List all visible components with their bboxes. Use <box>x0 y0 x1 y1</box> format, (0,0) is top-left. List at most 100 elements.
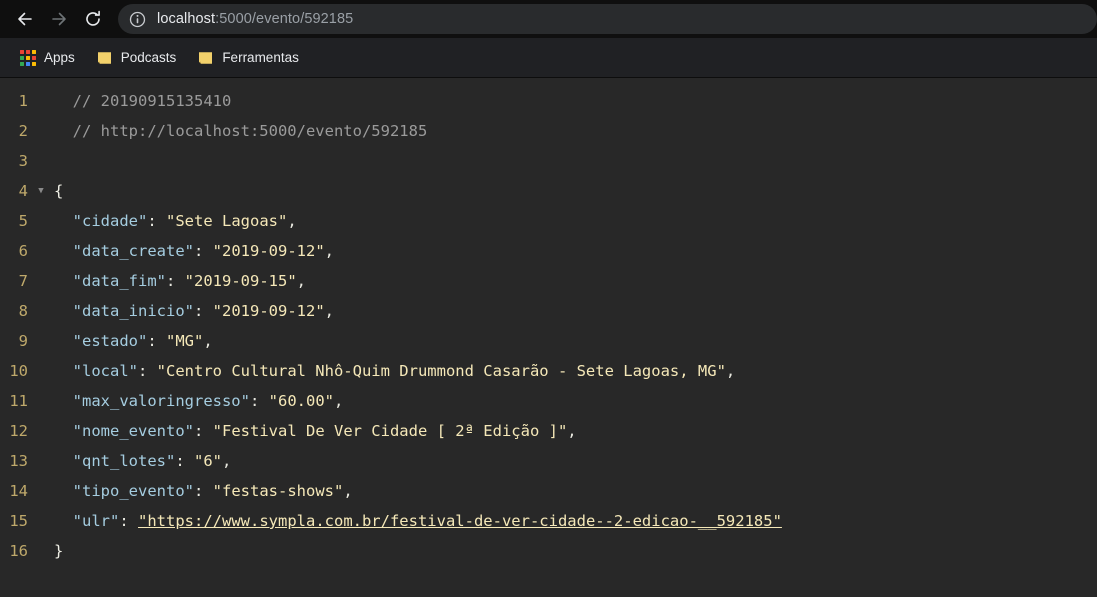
code-token: } <box>54 542 64 560</box>
line-number: 14 <box>9 482 28 500</box>
code-token: : <box>166 272 185 290</box>
fold-toggle-icon[interactable]: ▼ <box>28 176 54 206</box>
code-token: "Centro Cultural Nhô-Quim Drummond Casar… <box>156 362 726 380</box>
code-line: 12 "nome_evento": "Festival De Ver Cidad… <box>0 416 1097 446</box>
bookmark-podcasts[interactable]: Podcasts <box>89 45 185 71</box>
line-number: 6 <box>18 242 28 260</box>
code-line-content: "max_valoringresso": "60.00", <box>54 386 1097 416</box>
code-line-content: "data_fim": "2019-09-15", <box>54 266 1097 296</box>
forward-arrow-icon <box>52 12 66 26</box>
code-token: "tipo_evento" <box>72 482 194 500</box>
code-token: , <box>203 332 213 350</box>
bookmark-label: Ferramentas <box>222 50 299 65</box>
code-token: "Festival De Ver Cidade [ 2ª Edição ]" <box>212 422 568 440</box>
line-number: 2 <box>18 122 28 140</box>
code-line: 7 "data_fim": "2019-09-15", <box>0 266 1097 296</box>
url-host: localhost <box>157 11 216 27</box>
line-number: 13 <box>9 452 28 470</box>
code-line-content: "estado": "MG", <box>54 326 1097 356</box>
line-number: 10 <box>9 362 28 380</box>
address-bar[interactable]: localhost:5000/evento/592185 <box>118 4 1097 34</box>
line-number: 9 <box>18 332 28 350</box>
line-number: 8 <box>18 302 28 320</box>
code-line: 3 <box>0 146 1097 176</box>
code-token: "60.00" <box>268 392 334 410</box>
json-viewer: 1 // 20190915135410 2 // http://localhost… <box>0 78 1097 597</box>
forward-button[interactable] <box>42 2 76 36</box>
code-token: "MG" <box>166 332 204 350</box>
code-token: : <box>194 242 213 260</box>
code-line-content: "local": "Centro Cultural Nhô-Quim Drumm… <box>54 356 1097 386</box>
code-line: 6 "data_create": "2019-09-12", <box>0 236 1097 266</box>
code-token: : <box>138 362 157 380</box>
back-arrow-icon <box>18 12 32 26</box>
bookmarks-bar: Apps Podcasts Ferramentas <box>0 38 1097 78</box>
code-line-content: // http://localhost:5000/evento/592185 <box>54 116 1097 146</box>
code-line: 2 // http://localhost:5000/evento/592185 <box>0 116 1097 146</box>
code-token: : <box>194 302 213 320</box>
line-number: 16 <box>9 542 28 560</box>
json-url-link[interactable]: "https://www.sympla.com.br/festival-de-v… <box>138 512 782 530</box>
code-token: "data_inicio" <box>72 302 194 320</box>
code-line: 13 "qnt_lotes": "6", <box>0 446 1097 476</box>
line-number: 12 <box>9 422 28 440</box>
code-token: , <box>222 452 232 470</box>
folder-icon <box>199 51 213 64</box>
apps-grid-icon <box>20 49 36 66</box>
code-token: "data_create" <box>72 242 194 260</box>
site-info-icon[interactable] <box>129 11 146 28</box>
url-path: :5000/evento/592185 <box>215 11 354 27</box>
code-line-content: "data_inicio": "2019-09-12", <box>54 296 1097 326</box>
code-token: "festas-shows" <box>212 482 344 500</box>
code-token: : <box>147 332 166 350</box>
code-line: 4 ▼{ <box>0 176 1097 206</box>
code-token: "2019-09-12" <box>212 302 325 320</box>
code-line: 11 "max_valoringresso": "60.00", <box>0 386 1097 416</box>
code-line: 14 "tipo_evento": "festas-shows", <box>0 476 1097 506</box>
code-line: 16} <box>0 536 1097 566</box>
folder-icon <box>97 51 111 64</box>
reload-icon <box>86 10 100 26</box>
back-button[interactable] <box>8 2 42 36</box>
code-line-content: "cidade": "Sete Lagoas", <box>54 206 1097 236</box>
code-line-content: { <box>54 176 1097 206</box>
code-token: : <box>175 452 194 470</box>
line-number: 15 <box>9 512 28 530</box>
code-token: "6" <box>194 452 222 470</box>
code-token: , <box>324 302 334 320</box>
code-token: "qnt_lotes" <box>72 452 176 470</box>
code-token: // 20190915135410 <box>72 92 232 110</box>
code-token: : <box>249 392 269 410</box>
code-token: "cidade" <box>72 212 148 230</box>
code-token: : <box>194 422 213 440</box>
code-line-content: "data_create": "2019-09-12", <box>54 236 1097 266</box>
code-line-content: } <box>54 536 1097 566</box>
code-token: "data_fim" <box>72 272 166 290</box>
line-number: 7 <box>18 272 28 290</box>
code-token: "2019-09-15" <box>184 272 297 290</box>
code-token: "max_valoringresso" <box>72 392 250 410</box>
line-number: 5 <box>18 212 28 230</box>
bookmark-apps[interactable]: Apps <box>12 45 83 71</box>
code-token: , <box>343 482 353 500</box>
browser-chrome: localhost:5000/evento/592185 Apps Podcas… <box>0 0 1097 78</box>
code-line: 1 // 20190915135410 <box>0 86 1097 116</box>
code-token: "local" <box>72 362 138 380</box>
code-token: , <box>567 422 577 440</box>
code-token: : <box>147 212 166 230</box>
code-token: "estado" <box>72 332 148 350</box>
code-line-content: "ulr": "https://www.sympla.com.br/festiv… <box>54 506 1097 536</box>
address-bar-url: localhost:5000/evento/592185 <box>157 11 353 27</box>
reload-button[interactable] <box>76 2 110 36</box>
code-line-content: "qnt_lotes": "6", <box>54 446 1097 476</box>
code-token: "nome_evento" <box>72 422 194 440</box>
code-token: // http://localhost:5000/evento/592185 <box>72 122 428 140</box>
code-line: 8 "data_inicio": "2019-09-12", <box>0 296 1097 326</box>
bookmark-ferramentas[interactable]: Ferramentas <box>190 45 307 71</box>
code-line: 5 "cidade": "Sete Lagoas", <box>0 206 1097 236</box>
bookmark-label: Apps <box>44 50 75 65</box>
code-token: "2019-09-12" <box>212 242 325 260</box>
bookmark-label: Podcasts <box>120 50 177 65</box>
line-number: 4 <box>18 182 28 200</box>
code-line-content: "nome_evento": "Festival De Ver Cidade [… <box>54 416 1097 446</box>
